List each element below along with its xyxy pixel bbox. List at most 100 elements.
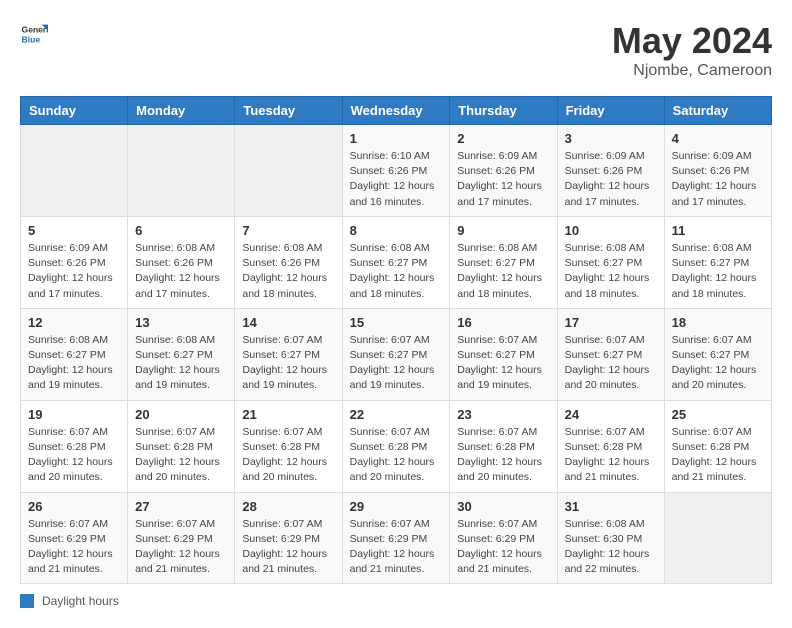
- day-info: Sunrise: 6:08 AM Sunset: 6:27 PM Dayligh…: [672, 241, 764, 302]
- calendar-cell: 17 Sunrise: 6:07 AM Sunset: 6:27 PM Dayli…: [557, 308, 664, 400]
- day-number: 12: [28, 315, 120, 330]
- day-number: 22: [350, 407, 443, 422]
- day-number: 24: [565, 407, 657, 422]
- calendar-cell: 2Sunrise: 6:09 AM Sunset: 6:26 PM Daylig…: [450, 125, 557, 217]
- calendar-week-row: 1Sunrise: 6:10 AM Sunset: 6:26 PM Daylig…: [21, 125, 772, 217]
- day-number: 29: [350, 499, 443, 514]
- day-number: 25: [672, 407, 764, 422]
- calendar-cell: 20Sunrise: 6:07 AM Sunset: 6:28 PM Dayli…: [128, 400, 235, 492]
- day-number: 31: [565, 499, 657, 514]
- weekday-header-row: SundayMondayTuesdayWednesdayThursdayFrid…: [21, 97, 772, 125]
- calendar-cell: 18Sunrise: 6:07 AM Sunset: 6:27 PM Dayli…: [664, 308, 771, 400]
- svg-text:Blue: Blue: [22, 35, 41, 45]
- month-year-title: May 2024: [612, 20, 772, 62]
- day-number: 6: [135, 223, 227, 238]
- weekday-header-thursday: Thursday: [450, 97, 557, 125]
- day-info: Sunrise: 6:07 AM Sunset: 6:28 PM Dayligh…: [350, 425, 443, 486]
- day-number: 26: [28, 499, 120, 514]
- calendar-table: SundayMondayTuesdayWednesdayThursdayFrid…: [20, 96, 772, 584]
- calendar-cell: 12 Sunrise: 6:08 AM Sunset: 6:27 PM Dayli…: [21, 308, 128, 400]
- legend: Daylight hours: [20, 594, 772, 608]
- page-header: General Blue May 2024 Njombe, Cameroon: [20, 20, 772, 80]
- day-number: 2: [457, 131, 549, 146]
- calendar-cell: 1Sunrise: 6:10 AM Sunset: 6:26 PM Daylig…: [342, 125, 450, 217]
- calendar-cell: 27 Sunrise: 6:07 AM Sunset: 6:29 PM Dayli…: [128, 492, 235, 584]
- day-info: Sunrise: 6:07 AM Sunset: 6:27 PM Dayligh…: [242, 333, 334, 394]
- calendar-week-row: 19 Sunrise: 6:07 AM Sunset: 6:28 PM Dayli…: [21, 400, 772, 492]
- day-info: Sunrise: 6:09 AM Sunset: 6:26 PM Dayligh…: [672, 149, 764, 210]
- legend-color-box: [20, 594, 34, 608]
- day-info: Sunrise: 6:08 AM Sunset: 6:30 PM Dayligh…: [565, 517, 657, 578]
- day-number: 23: [457, 407, 549, 422]
- day-number: 30: [457, 499, 549, 514]
- day-info: Sunrise: 6:08 AM Sunset: 6:27 PM Dayligh…: [457, 241, 549, 302]
- calendar-cell: 31 Sunrise: 6:08 AM Sunset: 6:30 PM Dayli…: [557, 492, 664, 584]
- weekday-header-sunday: Sunday: [21, 97, 128, 125]
- day-number: 27: [135, 499, 227, 514]
- calendar-cell: 23Sunrise: 6:07 AM Sunset: 6:28 PM Dayli…: [450, 400, 557, 492]
- day-info: Sunrise: 6:08 AM Sunset: 6:26 PM Dayligh…: [242, 241, 334, 302]
- calendar-cell: 22 Sunrise: 6:07 AM Sunset: 6:28 PM Dayli…: [342, 400, 450, 492]
- day-number: 5: [28, 223, 120, 238]
- day-number: 3: [565, 131, 657, 146]
- logo: General Blue: [20, 20, 48, 48]
- day-number: 4: [672, 131, 764, 146]
- day-info: Sunrise: 6:07 AM Sunset: 6:28 PM Dayligh…: [135, 425, 227, 486]
- calendar-week-row: 12 Sunrise: 6:08 AM Sunset: 6:27 PM Dayli…: [21, 308, 772, 400]
- day-info: Sunrise: 6:07 AM Sunset: 6:29 PM Dayligh…: [350, 517, 443, 578]
- day-info: Sunrise: 6:09 AM Sunset: 6:26 PM Dayligh…: [565, 149, 657, 210]
- day-number: 10: [565, 223, 657, 238]
- day-info: Sunrise: 6:07 AM Sunset: 6:28 PM Dayligh…: [672, 425, 764, 486]
- weekday-header-tuesday: Tuesday: [235, 97, 342, 125]
- day-info: Sunrise: 6:08 AM Sunset: 6:27 PM Dayligh…: [28, 333, 120, 394]
- day-info: Sunrise: 6:07 AM Sunset: 6:28 PM Dayligh…: [565, 425, 657, 486]
- legend-label: Daylight hours: [42, 594, 119, 608]
- calendar-week-row: 26 Sunrise: 6:07 AM Sunset: 6:29 PM Dayli…: [21, 492, 772, 584]
- calendar-cell: 11 Sunrise: 6:08 AM Sunset: 6:27 PM Dayli…: [664, 216, 771, 308]
- calendar-cell: 5Sunrise: 6:09 AM Sunset: 6:26 PM Daylig…: [21, 216, 128, 308]
- weekday-header-monday: Monday: [128, 97, 235, 125]
- calendar-cell: 9Sunrise: 6:08 AM Sunset: 6:27 PM Daylig…: [450, 216, 557, 308]
- day-info: Sunrise: 6:08 AM Sunset: 6:26 PM Dayligh…: [135, 241, 227, 302]
- day-info: Sunrise: 6:08 AM Sunset: 6:27 PM Dayligh…: [565, 241, 657, 302]
- calendar-cell: [128, 125, 235, 217]
- day-info: Sunrise: 6:07 AM Sunset: 6:27 PM Dayligh…: [565, 333, 657, 394]
- day-info: Sunrise: 6:07 AM Sunset: 6:29 PM Dayligh…: [135, 517, 227, 578]
- day-info: Sunrise: 6:07 AM Sunset: 6:29 PM Dayligh…: [242, 517, 334, 578]
- calendar-cell: 21 Sunrise: 6:07 AM Sunset: 6:28 PM Dayli…: [235, 400, 342, 492]
- day-number: 19: [28, 407, 120, 422]
- day-info: Sunrise: 6:07 AM Sunset: 6:28 PM Dayligh…: [28, 425, 120, 486]
- calendar-cell: 28 Sunrise: 6:07 AM Sunset: 6:29 PM Dayli…: [235, 492, 342, 584]
- title-block: May 2024 Njombe, Cameroon: [612, 20, 772, 80]
- day-number: 18: [672, 315, 764, 330]
- day-number: 13: [135, 315, 227, 330]
- day-info: Sunrise: 6:08 AM Sunset: 6:27 PM Dayligh…: [135, 333, 227, 394]
- calendar-cell: 10 Sunrise: 6:08 AM Sunset: 6:27 PM Dayli…: [557, 216, 664, 308]
- calendar-cell: 13 Sunrise: 6:08 AM Sunset: 6:27 PM Dayli…: [128, 308, 235, 400]
- logo-icon: General Blue: [20, 20, 48, 48]
- calendar-cell: [21, 125, 128, 217]
- day-number: 8: [350, 223, 443, 238]
- day-number: 17: [565, 315, 657, 330]
- calendar-cell: 25 Sunrise: 6:07 AM Sunset: 6:28 PM Dayli…: [664, 400, 771, 492]
- day-info: Sunrise: 6:08 AM Sunset: 6:27 PM Dayligh…: [350, 241, 443, 302]
- location-subtitle: Njombe, Cameroon: [612, 62, 772, 80]
- day-number: 11: [672, 223, 764, 238]
- day-info: Sunrise: 6:07 AM Sunset: 6:27 PM Dayligh…: [350, 333, 443, 394]
- calendar-cell: [235, 125, 342, 217]
- calendar-cell: 7Sunrise: 6:08 AM Sunset: 6:26 PM Daylig…: [235, 216, 342, 308]
- calendar-cell: 15Sunrise: 6:07 AM Sunset: 6:27 PM Dayli…: [342, 308, 450, 400]
- day-info: Sunrise: 6:07 AM Sunset: 6:28 PM Dayligh…: [242, 425, 334, 486]
- day-number: 28: [242, 499, 334, 514]
- calendar-cell: 30Sunrise: 6:07 AM Sunset: 6:29 PM Dayli…: [450, 492, 557, 584]
- day-number: 1: [350, 131, 443, 146]
- calendar-cell: 24 Sunrise: 6:07 AM Sunset: 6:28 PM Dayli…: [557, 400, 664, 492]
- calendar-cell: 14Sunrise: 6:07 AM Sunset: 6:27 PM Dayli…: [235, 308, 342, 400]
- calendar-week-row: 5Sunrise: 6:09 AM Sunset: 6:26 PM Daylig…: [21, 216, 772, 308]
- calendar-cell: 3 Sunrise: 6:09 AM Sunset: 6:26 PM Daylig…: [557, 125, 664, 217]
- calendar-cell: 16Sunrise: 6:07 AM Sunset: 6:27 PM Dayli…: [450, 308, 557, 400]
- day-number: 21: [242, 407, 334, 422]
- calendar-cell: [664, 492, 771, 584]
- calendar-cell: 19 Sunrise: 6:07 AM Sunset: 6:28 PM Dayli…: [21, 400, 128, 492]
- day-number: 16: [457, 315, 549, 330]
